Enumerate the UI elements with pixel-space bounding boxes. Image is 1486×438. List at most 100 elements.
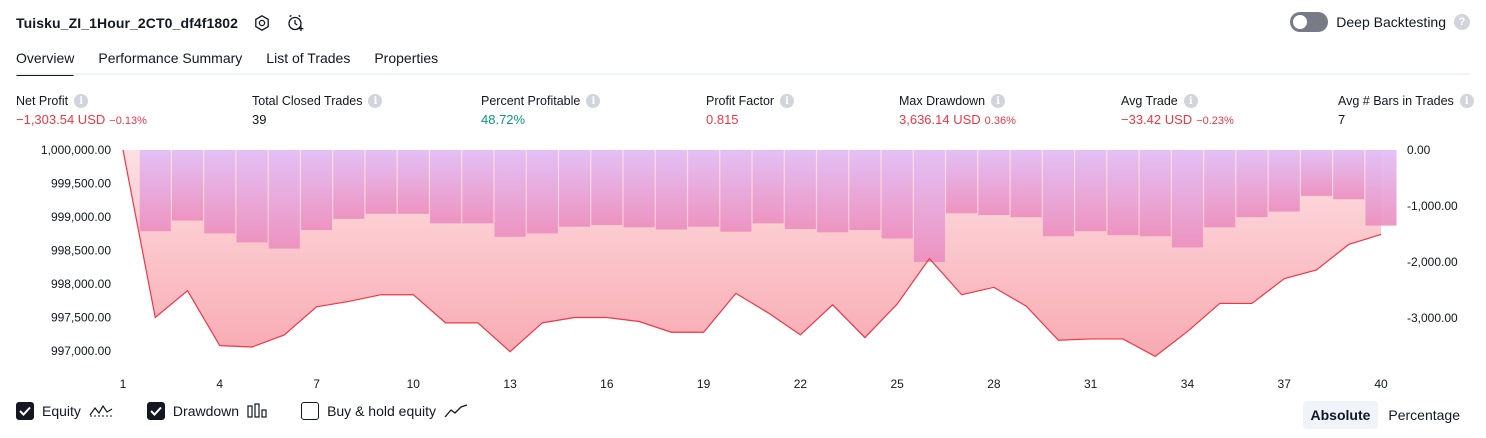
info-icon[interactable]: i — [1183, 94, 1198, 108]
tabs-divider — [16, 73, 1470, 75]
equity-label: Equity — [42, 403, 81, 419]
metric-avg-trade: Avg Trade i −33.42 USD −0.23% — [1121, 94, 1234, 127]
left-axis-tick: 999,000.00 — [51, 210, 111, 224]
x-axis-tick: 37 — [1278, 377, 1292, 391]
drawdown-bar — [171, 150, 204, 221]
x-axis-tick: 40 — [1374, 377, 1388, 391]
equity-checkbox[interactable] — [16, 402, 34, 420]
left-axis-tick: 1,000,000.00 — [41, 143, 111, 157]
metric-value: 39 — [252, 112, 267, 127]
drawdown-bar — [978, 150, 1010, 215]
drawdown-bar — [688, 150, 720, 227]
x-axis-tick: 34 — [1181, 377, 1195, 391]
x-axis-tick: 28 — [987, 377, 1001, 391]
drawdown-bar — [752, 150, 784, 224]
x-axis-tick: 19 — [697, 377, 711, 391]
percentage-button[interactable]: Percentage — [1380, 401, 1468, 429]
drawdown-bar — [301, 150, 333, 231]
bar-chart-icon — [247, 403, 267, 419]
equity-drawdown-chart[interactable]: 1,000,000.00 999,500.00 999,000.00 998,500.… — [0, 138, 1486, 396]
drawdown-bar — [236, 150, 268, 243]
x-axis-tick: 16 — [600, 377, 614, 391]
metric-profit-factor: Profit Factor i 0.815 — [706, 94, 795, 127]
deep-backtesting-toggle[interactable] — [1290, 12, 1329, 32]
right-axis-tick: -1,000.00 — [1407, 199, 1458, 213]
tab-list-of-trades[interactable]: List of Trades — [266, 46, 350, 76]
drawdown-bar — [333, 150, 365, 219]
drawdown-checkbox[interactable] — [146, 402, 165, 420]
info-icon[interactable]: i — [991, 94, 1006, 108]
drawdown-bar — [817, 150, 849, 233]
metric-value: −1,303.54 USD — [16, 112, 106, 127]
metric-value: 0.815 — [706, 112, 739, 127]
add-alert-icon[interactable] — [286, 13, 306, 33]
drawdown-bar — [720, 150, 752, 232]
x-axis-tick: 10 — [407, 377, 421, 391]
metric-max-drawdown: Max Drawdown i 3,636.14 USD 0.36% — [899, 94, 1016, 127]
metric-percent-profitable: Percent Profitable i 48.72% — [481, 94, 601, 127]
info-icon[interactable]: i — [586, 94, 601, 108]
drawdown-bar — [462, 150, 494, 224]
drawdown-bar — [1139, 150, 1171, 237]
drawdown-bar — [1236, 150, 1268, 218]
info-icon[interactable]: i — [1459, 94, 1474, 108]
info-icon[interactable]: i — [74, 94, 89, 108]
drawdown-bar — [849, 150, 881, 231]
metric-total-closed-trades: Total Closed Trades i 39 — [252, 94, 383, 127]
drawdown-bar — [365, 150, 397, 214]
metric-percent: −0.13% — [109, 115, 147, 127]
tab-bar: Overview Performance Summary List of Tra… — [16, 46, 462, 76]
drawdown-bar — [1333, 150, 1365, 200]
equity-toggle[interactable]: Equity — [16, 402, 113, 420]
trend-line-icon — [444, 403, 468, 419]
metric-label: Max Drawdown — [899, 94, 986, 108]
tab-properties[interactable]: Properties — [374, 46, 438, 76]
metric-percent: −0.23% — [1196, 115, 1234, 127]
tab-performance-summary[interactable]: Performance Summary — [98, 46, 242, 76]
drawdown-bar — [1107, 150, 1139, 236]
drawdown-bar — [946, 150, 978, 214]
metric-label: Net Profit — [16, 94, 69, 108]
metric-percent: 0.36% — [984, 115, 1016, 127]
x-axis-tick: 31 — [1084, 377, 1098, 391]
buyhold-toggle[interactable]: Buy & hold equity — [301, 402, 468, 420]
drawdown-bar — [1204, 150, 1236, 228]
metric-label: Total Closed Trades — [252, 94, 363, 108]
drawdown-label: Drawdown — [172, 403, 240, 419]
drawdown-bar — [526, 150, 558, 234]
left-axis: 1,000,000.00 999,500.00 999,000.00 998,500.… — [41, 143, 111, 358]
left-axis-tick: 999,500.00 — [51, 177, 111, 191]
strategy-header: Tuisku_ZI_1Hour_2CT0_df4f1802 — [16, 8, 306, 38]
drawdown-bar — [591, 150, 623, 226]
drawdown-bar — [1010, 150, 1042, 218]
info-icon[interactable]: i — [780, 94, 795, 108]
strategy-name: Tuisku_ZI_1Hour_2CT0_df4f1802 — [16, 15, 239, 31]
drawdown-bar — [268, 150, 300, 249]
help-icon[interactable]: ? — [1454, 14, 1470, 30]
drawdown-bar — [397, 150, 429, 214]
metric-avg-bars: Avg # Bars in Trades i 7 — [1338, 94, 1474, 127]
info-icon[interactable]: i — [368, 94, 383, 108]
left-axis-tick: 997,500.00 — [51, 311, 111, 325]
drawdown-bar — [430, 150, 462, 224]
tab-overview[interactable]: Overview — [16, 46, 75, 76]
buyhold-label: Buy & hold equity — [327, 403, 437, 419]
toggle-knob — [1293, 15, 1308, 29]
buyhold-checkbox[interactable] — [301, 402, 320, 420]
left-axis-tick: 997,000.00 — [51, 344, 111, 358]
drawdown-bar — [1300, 150, 1333, 196]
absolute-button[interactable]: Absolute — [1302, 401, 1379, 429]
drawdown-bar — [1365, 150, 1397, 226]
drawdown-toggle[interactable]: Drawdown — [146, 402, 267, 420]
right-axis: 0.00 -1,000.00 -2,000.00 -3,000.00 — [1407, 143, 1458, 325]
metric-value: 7 — [1338, 112, 1346, 127]
equity-line-icon — [89, 403, 113, 419]
right-axis-tick: -2,000.00 — [1407, 255, 1458, 269]
drawdown-bar — [494, 150, 526, 237]
right-axis-tick: -3,000.00 — [1407, 311, 1458, 325]
x-axis-tick: 25 — [890, 377, 904, 391]
drawdown-bar — [881, 150, 913, 239]
metric-label: Avg Trade — [1121, 94, 1178, 108]
x-axis-tick: 7 — [313, 377, 320, 391]
settings-icon[interactable] — [252, 13, 272, 33]
